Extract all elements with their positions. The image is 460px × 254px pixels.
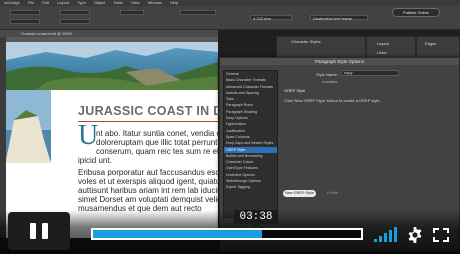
volume-level-bar — [379, 236, 382, 242]
measure-field[interactable]: 4.233 mm — [250, 15, 292, 21]
volume-level-bar — [384, 233, 387, 242]
rock-photo — [6, 90, 56, 168]
new-grep-style-button[interactable]: New GREP Style — [283, 190, 316, 197]
zoom-value: 4.233 mm — [253, 16, 271, 21]
pause-icon — [42, 223, 48, 239]
layers-panel[interactable]: Layers Links — [366, 36, 416, 58]
section-heading: GREP Style — [284, 88, 306, 93]
x-field[interactable] — [10, 10, 40, 15]
character-styles-panel[interactable]: Character Styles — [276, 36, 366, 58]
body-text-line: ipicid unt. — [78, 156, 112, 165]
volume-icon[interactable] — [374, 227, 398, 242]
dialog-titlebar[interactable]: Paragraph Style Options — [220, 58, 459, 65]
body-text-line: doloreruptam que illic totat perruntur — [96, 138, 225, 147]
title-rule — [78, 121, 218, 122]
fullscreen-icon[interactable] — [433, 228, 449, 242]
height-field[interactable] — [60, 19, 90, 24]
body-text-line: auttisunt haribus ariam int rem lab iduc… — [78, 186, 224, 195]
links-tab[interactable]: Links — [377, 50, 386, 55]
delete-button[interactable]: Delete — [327, 190, 338, 197]
dialog-title: Paragraph Style Options — [314, 59, 365, 64]
style-name-label: Style Name: — [316, 72, 338, 77]
document-page: JURASSIC COAST IN DORSET U nt abo. Itatu… — [6, 42, 267, 238]
width-field[interactable] — [60, 10, 90, 15]
scale-field[interactable] — [120, 10, 144, 15]
body-text-line: simet Dorset am voluptati demquist velig… — [78, 195, 231, 204]
pages-tab[interactable]: Pages — [425, 41, 436, 46]
frame-style-value: Destination text frame — [313, 16, 352, 21]
document-tab-label: *Jurassic-coast.indd @ 100% — [20, 31, 73, 36]
pages-panel[interactable]: Pages — [416, 36, 460, 58]
body-text-line: Eribusa porporatur aut faccusandus escip… — [78, 168, 235, 177]
category-list: General Basic Character Formats Advanced… — [223, 70, 278, 218]
current-time: 03:38 — [234, 210, 278, 228]
style-name-input[interactable]: copy — [341, 70, 399, 76]
coast-photo-top — [6, 42, 218, 90]
control-panel: 4.233 mm Destination text frame Publish … — [0, 6, 460, 30]
body-text-line: voles et ut exerspis aliquod igent, quia… — [78, 177, 223, 186]
location-label: Location: — [322, 79, 339, 84]
category-item[interactable]: Drop Caps and Nested Styles — [224, 140, 277, 146]
frame-style-field[interactable]: Destination text frame — [310, 15, 368, 21]
volume-level-bar — [374, 239, 377, 242]
volume-level-bar — [389, 230, 392, 242]
settings-gear-icon[interactable] — [407, 227, 423, 243]
pause-button[interactable] — [8, 212, 70, 250]
progress-bar[interactable] — [91, 228, 363, 240]
pause-icon — [30, 223, 36, 239]
y-field[interactable] — [10, 19, 40, 24]
stroke-field[interactable] — [180, 10, 216, 15]
pasteboard: JURASSIC COAST IN DORSET U nt abo. Itatu… — [6, 42, 267, 238]
document-tab[interactable]: *Jurassic-coast.indd @ 100% — [0, 30, 218, 37]
grep-description: Click 'New GREP Style' button to create … — [284, 98, 381, 103]
layers-tab[interactable]: Layers — [377, 41, 389, 46]
body-text-line: nt abo. Itatur suntia conet, vendia ende — [96, 129, 235, 138]
publish-online-button[interactable]: Publish Online — [392, 8, 440, 17]
volume-level-bar — [394, 227, 397, 242]
category-item[interactable]: Export Tagging — [224, 184, 277, 190]
category-item[interactable]: Advanced Character Formats — [224, 84, 277, 90]
body-text-line: conserum, quam reic tes sum re et v — [96, 147, 226, 156]
progress-fill — [93, 230, 262, 238]
character-styles-tab[interactable]: Character Styles — [291, 39, 321, 44]
